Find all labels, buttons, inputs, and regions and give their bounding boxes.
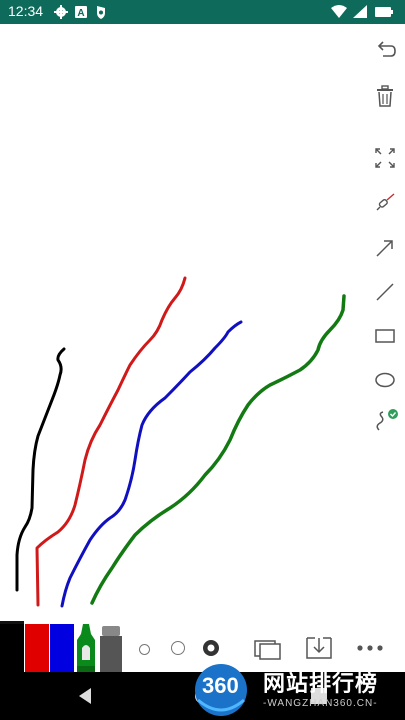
right-toolbar [365, 24, 405, 620]
fit-screen-button[interactable] [371, 144, 399, 172]
status-left-icons: A [54, 5, 105, 19]
red-marker[interactable] [25, 624, 49, 672]
size-small[interactable] [139, 644, 150, 655]
laser-pointer-icon [376, 193, 395, 211]
green-stroke [90, 294, 346, 605]
line-tool-icon [376, 283, 394, 301]
rectangle-tool-icon [375, 329, 395, 343]
freehand-tool-button[interactable] [371, 408, 399, 436]
undo-icon [377, 41, 396, 57]
red-stroke [35, 276, 187, 607]
pages-icon[interactable] [254, 638, 282, 660]
save-icon[interactable] [305, 636, 333, 660]
back-icon[interactable] [74, 684, 98, 708]
trash-icon [377, 85, 393, 107]
watermark-logo-text: 360 [202, 673, 239, 698]
black-stroke [15, 347, 66, 592]
drawing-canvas[interactable] [0, 24, 365, 620]
arrow-tool-button[interactable] [371, 234, 399, 262]
blue-marker[interactable] [50, 624, 74, 672]
status-bar: 12:34 A [0, 0, 405, 24]
status-time: 12:34 [8, 3, 44, 19]
laser-pointer-button[interactable] [371, 190, 399, 218]
arrow-tool-icon [376, 240, 393, 257]
fit-screen-icon [375, 148, 395, 168]
black-marker[interactable] [0, 621, 24, 672]
active-tool-badge [388, 409, 398, 419]
battery-icon [375, 7, 393, 17]
status-right-icons [331, 5, 393, 18]
eraser-tool[interactable] [99, 620, 123, 672]
ellipse-tool-button[interactable] [371, 366, 399, 394]
watermark-brand: 网站排行榜 [263, 671, 379, 696]
line-tool-button[interactable] [371, 278, 399, 306]
wifi-icon [331, 5, 347, 18]
size-medium[interactable] [171, 641, 185, 655]
watermark: 360 网站排行榜 -WANGZHAN360.CN- [190, 660, 405, 720]
clear-button[interactable] [371, 82, 399, 110]
freehand-tool-icon [376, 409, 398, 431]
green-highlighter[interactable] [73, 620, 99, 672]
rectangle-tool-button[interactable] [371, 322, 399, 350]
undo-button[interactable] [371, 36, 399, 64]
svg-text:A: A [77, 8, 84, 19]
size-large[interactable] [202, 639, 220, 657]
signal-icon [353, 5, 367, 18]
more-icon[interactable] [356, 644, 384, 652]
gear-icon [54, 5, 68, 19]
ellipse-tool-icon [375, 372, 395, 388]
a-box-icon: A [75, 6, 87, 19]
watermark-url: -WANGZHAN360.CN- [263, 698, 378, 709]
shield-icon [97, 6, 105, 19]
